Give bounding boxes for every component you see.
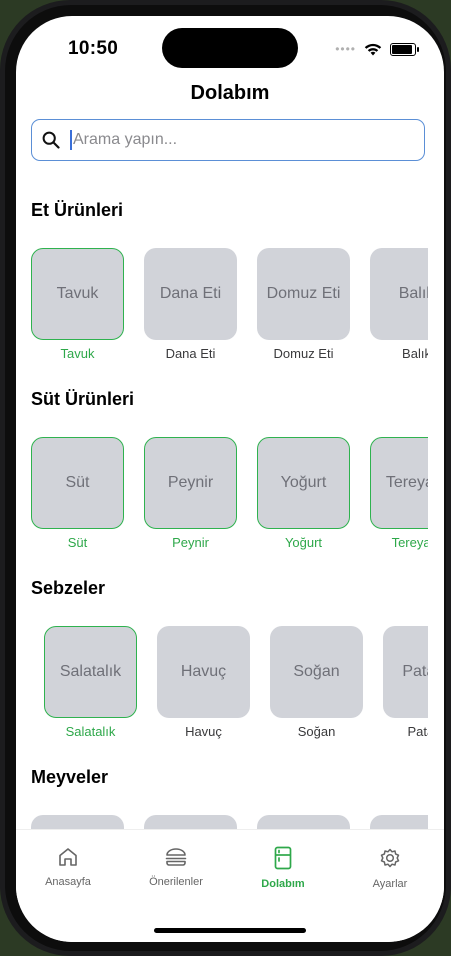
search-input[interactable]	[72, 131, 393, 149]
item-tile[interactable]: Soğan Soğan	[270, 626, 363, 751]
item-tile[interactable]	[370, 815, 428, 830]
item-tile[interactable]: Tavuk Tavuk	[31, 248, 124, 373]
item-image: Peynir	[144, 437, 237, 529]
item-image	[31, 815, 124, 830]
section-title: Sebzeler	[31, 578, 106, 598]
tab-fridge[interactable]: Dolabım	[233, 846, 333, 890]
home-icon	[59, 848, 77, 866]
home-indicator[interactable]	[154, 928, 306, 933]
tab-label: Önerilenler	[149, 876, 203, 888]
section-title: Meyveler	[31, 767, 109, 787]
item-row[interactable]	[31, 815, 428, 830]
fridge-icon	[274, 846, 292, 870]
item-label: Soğan	[297, 724, 336, 739]
item-tile[interactable]: Tereyağı Tereyağı	[370, 437, 428, 562]
item-tile[interactable]	[144, 815, 237, 830]
tab-bar: Anasayfa Önerilenler Dolabım Ayarlar	[16, 829, 444, 942]
burger-icon	[165, 848, 187, 866]
item-tile[interactable]: Peynir Peynir	[144, 437, 237, 562]
cellular-signal-icon: ••••	[335, 42, 356, 56]
battery-icon	[390, 42, 419, 56]
tab-recommended[interactable]: Önerilenler	[126, 846, 226, 888]
tab-label: Dolabım	[261, 878, 305, 890]
item-tile[interactable]: Salatalık Salatalık	[44, 626, 137, 751]
tab-label: Anasayfa	[45, 876, 91, 888]
item-label: Patates	[407, 724, 428, 739]
item-image: Yoğurt	[257, 437, 350, 529]
item-tile[interactable]: Yoğurt Yoğurt	[257, 437, 350, 562]
dynamic-island	[162, 28, 298, 68]
item-label: Yoğurt	[284, 535, 323, 550]
item-image: Balık	[370, 248, 428, 340]
item-image: Dana Eti	[144, 248, 237, 340]
item-row[interactable]: Tavuk Tavuk Dana Eti Dana Eti Domuz Eti …	[31, 248, 428, 378]
item-image: Süt	[31, 437, 124, 529]
item-label: Domuz Eti	[273, 346, 334, 361]
item-image	[144, 815, 237, 830]
item-image	[257, 815, 350, 830]
section-title: Süt Ürünleri	[31, 389, 135, 409]
item-label: Dana Eti	[165, 346, 216, 361]
item-image: Tavuk	[31, 248, 124, 340]
item-tile[interactable]: Patates Patates	[383, 626, 428, 751]
tab-label: Ayarlar	[372, 878, 408, 890]
item-tile[interactable]	[31, 815, 124, 830]
status-time: 10:50	[68, 38, 119, 59]
section-title: Et Ürünleri	[31, 200, 124, 220]
item-tile[interactable]: Süt Süt	[31, 437, 124, 562]
category-list[interactable]: Et Ürünleri Tavuk Tavuk Dana Eti Dana Et…	[16, 186, 444, 830]
item-label: Balık	[402, 346, 428, 361]
page-title: Dolabım	[190, 82, 270, 104]
item-label: Salatalık	[65, 724, 116, 739]
item-tile[interactable]: Havuç Havuç	[157, 626, 250, 751]
search-icon	[42, 131, 60, 149]
item-tile[interactable]	[257, 815, 350, 830]
tab-settings[interactable]: Ayarlar	[340, 846, 440, 890]
item-tile[interactable]: Dana Eti Dana Eti	[144, 248, 237, 373]
item-label: Tavuk	[60, 346, 95, 361]
status-indicators: ••••	[335, 42, 419, 56]
search-bar[interactable]	[31, 119, 425, 161]
item-label: Peynir	[172, 535, 209, 550]
item-row[interactable]: Salatalık Salatalık Havuç Havuç Soğan So…	[31, 626, 428, 756]
item-image: Patates	[383, 626, 428, 718]
gear-icon	[380, 848, 400, 868]
item-tile[interactable]: Domuz Eti Domuz Eti	[257, 248, 350, 373]
app-screen: 10:50 •••• Dolabım Et Ürünleri Tavuk Tav…	[16, 16, 444, 942]
item-image: Havuç	[157, 626, 250, 718]
item-image	[370, 815, 428, 830]
item-image: Salatalık	[44, 626, 137, 718]
item-image: Tereyağı	[370, 437, 428, 529]
item-label: Süt	[67, 535, 88, 550]
tab-home[interactable]: Anasayfa	[18, 846, 118, 888]
item-label: Tereyağı	[391, 535, 428, 550]
wifi-icon	[364, 43, 382, 55]
item-tile[interactable]: Balık Balık	[370, 248, 428, 373]
item-row[interactable]: Süt Süt Peynir Peynir Yoğurt Yoğurt Tere…	[31, 437, 428, 567]
item-image: Domuz Eti	[257, 248, 350, 340]
item-label: Havuç	[185, 724, 222, 739]
item-image: Soğan	[270, 626, 363, 718]
